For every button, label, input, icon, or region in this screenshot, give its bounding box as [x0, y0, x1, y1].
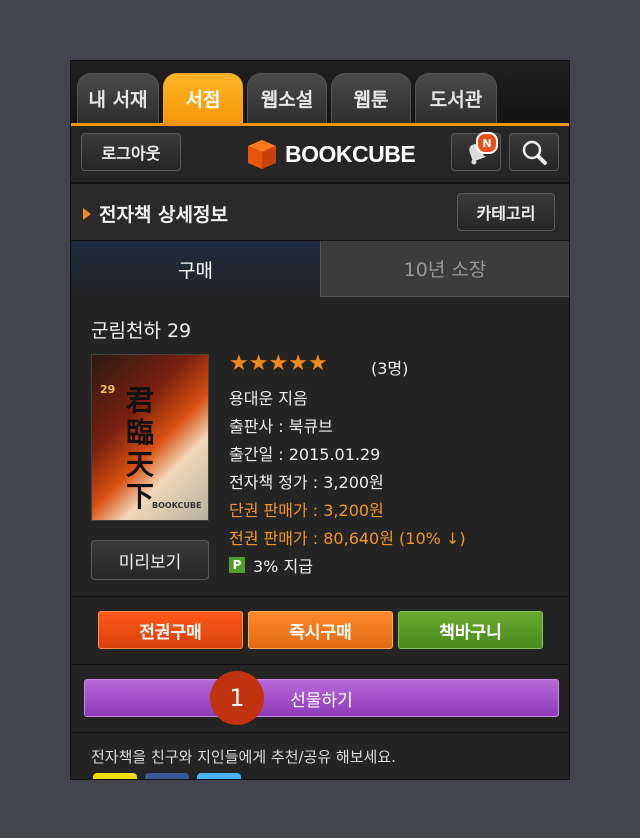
section-title: 전자책 상세정보: [83, 200, 228, 227]
detail-section-header: 전자책 상세정보 카테고리: [71, 184, 569, 241]
rating-stars: ★★★★★: [229, 351, 328, 376]
gift-button[interactable]: 선물하기: [84, 679, 559, 717]
cube-icon: [248, 140, 276, 169]
buy-all-button[interactable]: 전권구매: [98, 611, 243, 649]
tab-purchase[interactable]: 구매: [71, 241, 320, 297]
logo-text: BOOKCUBE: [285, 140, 416, 167]
rating-count: (3명): [371, 359, 409, 378]
tab-webtoon[interactable]: 웹툰: [331, 73, 411, 123]
set-price: 전권 판매가 : 80,640원 (10% ↓): [229, 529, 466, 548]
point-info: P 3% 지급: [229, 553, 313, 577]
tab-library[interactable]: 도서관: [415, 73, 497, 123]
search-icon: [522, 140, 547, 165]
point-text: 3% 지급: [253, 557, 313, 576]
divider: [71, 596, 569, 597]
cart-button[interactable]: 책바구니: [398, 611, 543, 649]
twitter-share-button[interactable]: [197, 773, 241, 779]
arrow-right-icon: [83, 207, 91, 220]
section-title-text: 전자책 상세정보: [99, 204, 228, 226]
divider: [71, 664, 569, 665]
logout-button[interactable]: 로그아웃: [81, 133, 181, 171]
main-tab-bar: 내 서재 서점 웹소설 웹툰 도서관: [71, 61, 569, 126]
step-marker: 1: [210, 671, 264, 725]
tab-bookstore[interactable]: 서점: [163, 73, 243, 123]
cover-volume: 29: [100, 383, 116, 396]
star-icon: ★: [307, 351, 328, 376]
ebook-price: 전자책 정가 : 3,200원: [229, 473, 384, 492]
book-author: 용대운 지음: [229, 389, 308, 408]
cover-logo: BOOKCUBE: [152, 501, 202, 510]
facebook-share-button[interactable]: [145, 773, 189, 779]
tab-ten-year-rental[interactable]: 10년 소장: [320, 241, 569, 297]
single-price: 단권 판매가 : 3,200원: [229, 501, 384, 520]
bookcube-logo: BOOKCUBE: [245, 134, 416, 174]
star-icon: ★: [248, 351, 269, 376]
search-button[interactable]: [509, 133, 559, 171]
book-publisher: 출판사 : 북큐브: [229, 417, 333, 436]
notification-button[interactable]: N: [451, 132, 501, 171]
cover-title-hanja: 君臨天下: [126, 384, 155, 513]
buy-now-button[interactable]: 즉시구매: [248, 611, 393, 649]
star-icon: ★: [268, 351, 289, 376]
divider: [71, 732, 569, 733]
preview-button[interactable]: 미리보기: [91, 540, 209, 580]
book-title: 군림천하 29: [91, 320, 192, 342]
share-text: 전자책을 친구와 지인들에게 추천/공유 해보세요.: [91, 748, 396, 766]
book-release-date: 출간일 : 2015.01.29: [229, 445, 381, 464]
point-badge-icon: P: [229, 557, 245, 573]
category-button[interactable]: 카테고리: [457, 193, 555, 231]
notification-badge: N: [476, 132, 498, 154]
tab-my-library[interactable]: 내 서재: [77, 73, 159, 123]
kakao-share-button[interactable]: [93, 773, 137, 779]
tab-web-novel[interactable]: 웹소설: [247, 73, 327, 123]
book-cover[interactable]: 29 君臨天下 BOOKCUBE: [91, 354, 209, 521]
star-icon: ★: [288, 351, 308, 376]
star-icon: ★: [229, 351, 249, 376]
app-screen: 내 서재 서점 웹소설 웹툰 도서관 로그아웃 BOOKCUBE N 전자책 상…: [70, 60, 570, 780]
